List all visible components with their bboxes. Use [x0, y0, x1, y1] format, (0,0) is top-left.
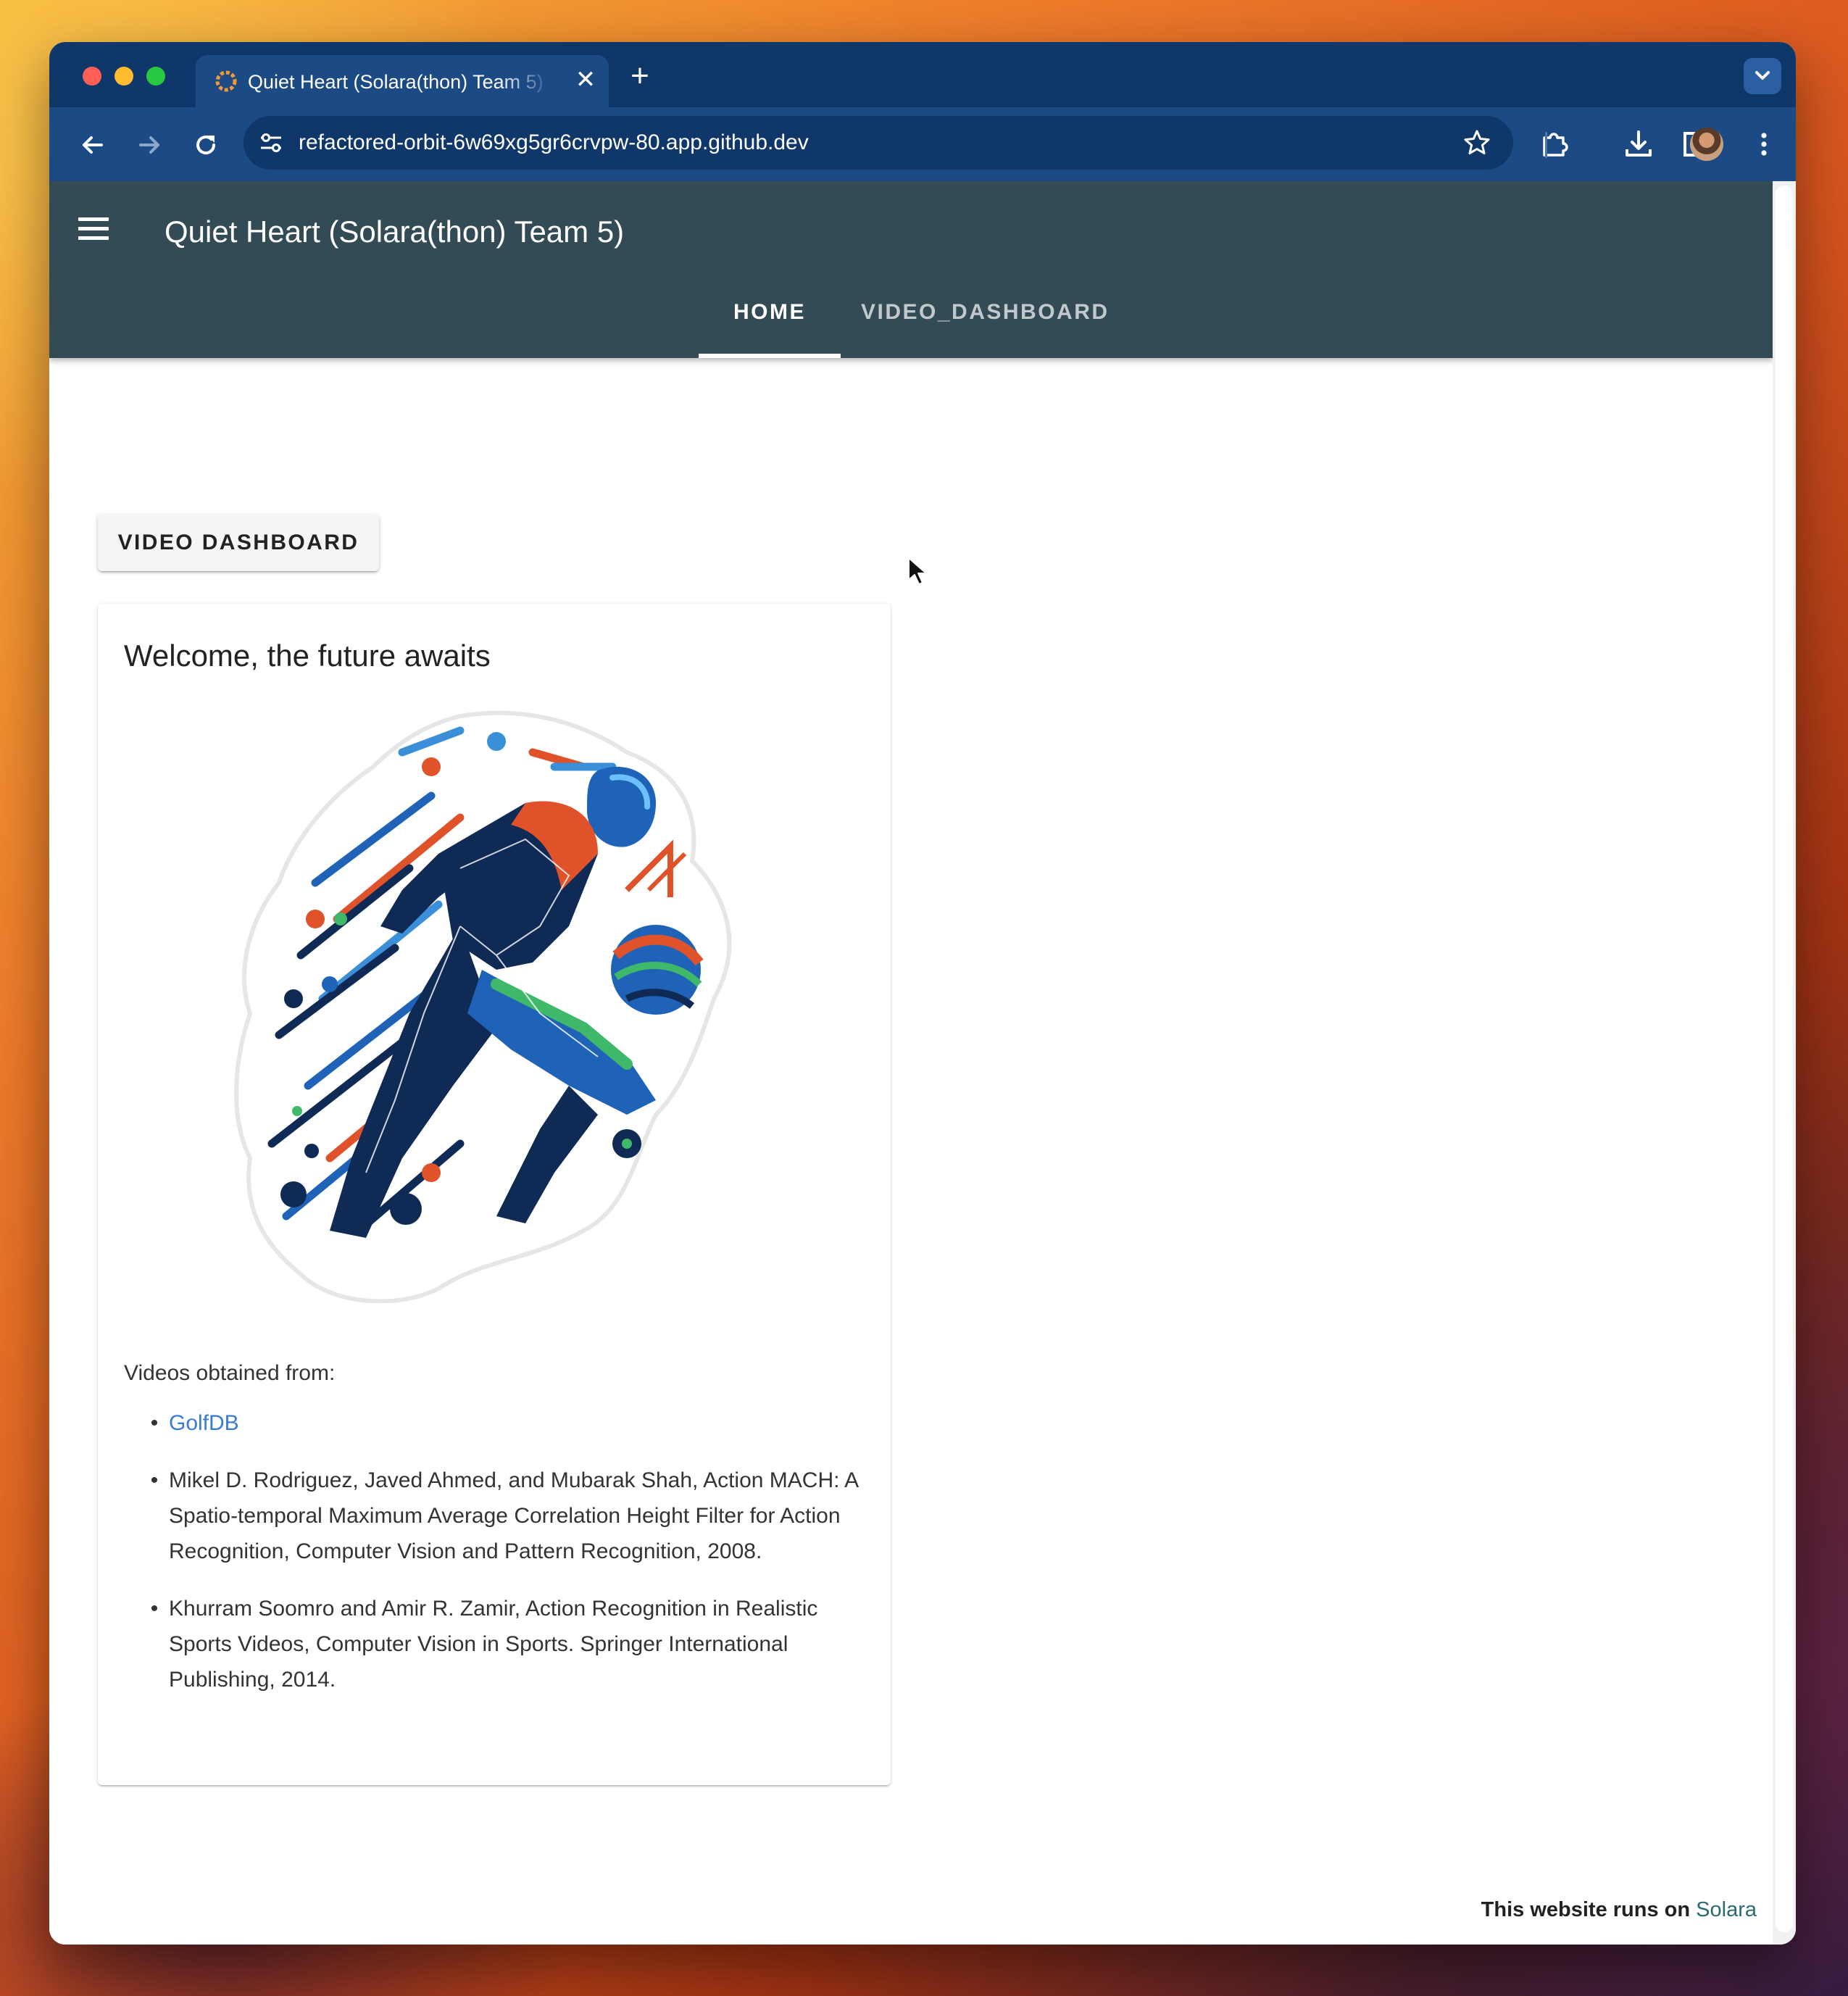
browser-window: Quiet Heart (Solara(thon) Team 5) ✕ + re… [49, 42, 1796, 1945]
window-close-button[interactable] [83, 67, 101, 86]
window-zoom-button[interactable] [146, 67, 165, 86]
list-item: • Mikel D. Rodriguez, Javed Ahmed, and M… [124, 1463, 863, 1569]
scrollbar-thumb[interactable] [1776, 186, 1793, 1932]
bullet: • [150, 1597, 159, 1621]
active-tab-indicator [699, 354, 841, 358]
app-title: Quiet Heart (Solara(thon) Team 5) [165, 215, 625, 249]
tab-home[interactable]: HOME [699, 294, 841, 330]
solara-favicon-icon [215, 70, 237, 92]
bullet: • [150, 1468, 159, 1492]
tab-close-icon[interactable]: ✕ [571, 65, 600, 94]
bullet: • [150, 1411, 159, 1435]
address-bar[interactable]: refactored-orbit-6w69xg5gr6crvpw-80.app.… [244, 116, 1513, 170]
footer-text: This website runs on [1481, 1898, 1691, 1921]
video-dashboard-button[interactable]: VIDEO DASHBOARD [98, 515, 379, 571]
star-icon[interactable] [1462, 128, 1491, 157]
sources-list: • GolfDB • Mikel D. Rodriguez, Javed Ahm… [124, 1405, 863, 1719]
site-settings-icon[interactable] [258, 130, 284, 156]
url-text[interactable]: refactored-orbit-6w69xg5gr6crvpw-80.app.… [299, 130, 809, 156]
browser-toolbar: refactored-orbit-6w69xg5gr6crvpw-80.app.… [49, 107, 1796, 181]
toolbar-divider [1545, 132, 1547, 158]
tab-video-dashboard[interactable]: VIDEO_DASHBOARD [861, 294, 1107, 330]
reload-icon[interactable] [190, 129, 222, 161]
mouse-cursor-icon [908, 557, 927, 585]
tab-search-button[interactable] [1744, 58, 1781, 94]
menu-icon[interactable] [78, 217, 109, 242]
chevron-down-icon [1755, 71, 1770, 80]
card-title: Welcome, the future awaits [124, 639, 491, 673]
extensions-icon[interactable] [1538, 128, 1571, 161]
more-menu-icon[interactable] [1749, 128, 1778, 161]
app-header: Quiet Heart (Solara(thon) Team 5) HOME V… [49, 181, 1773, 358]
citation-text: Mikel D. Rodriguez, Javed Ahmed, and Mub… [169, 1468, 858, 1563]
solara-link[interactable]: Solara [1696, 1898, 1757, 1921]
golfdb-link[interactable]: GolfDB [169, 1411, 239, 1435]
citation-text: Khurram Soomro and Amir R. Zamir, Action… [169, 1597, 818, 1692]
page-content: Quiet Heart (Solara(thon) Team 5) HOME V… [49, 181, 1796, 1945]
athlete-illustration [234, 710, 732, 1303]
back-icon[interactable] [77, 129, 109, 161]
browser-tab-strip: Quiet Heart (Solara(thon) Team 5) ✕ + [49, 42, 1796, 107]
window-minimize-button[interactable] [115, 67, 133, 86]
forward-icon[interactable] [133, 129, 165, 161]
welcome-card: Welcome, the future awaits Videos obtain… [98, 604, 891, 1785]
footer-credit: This website runs on Solara [1481, 1895, 1757, 1924]
list-item: • Khurram Soomro and Amir R. Zamir, Acti… [124, 1591, 863, 1697]
sources-label: Videos obtained from: [124, 1361, 336, 1385]
new-tab-button[interactable]: + [622, 58, 658, 94]
profile-avatar[interactable] [1690, 128, 1723, 161]
list-item: • GolfDB [124, 1405, 863, 1441]
download-icon[interactable] [1622, 128, 1655, 161]
browser-tab-active[interactable]: Quiet Heart (Solara(thon) Team 5) ✕ [196, 55, 609, 107]
tab-title: Quiet Heart (Solara(thon) Team 5) [248, 71, 544, 93]
